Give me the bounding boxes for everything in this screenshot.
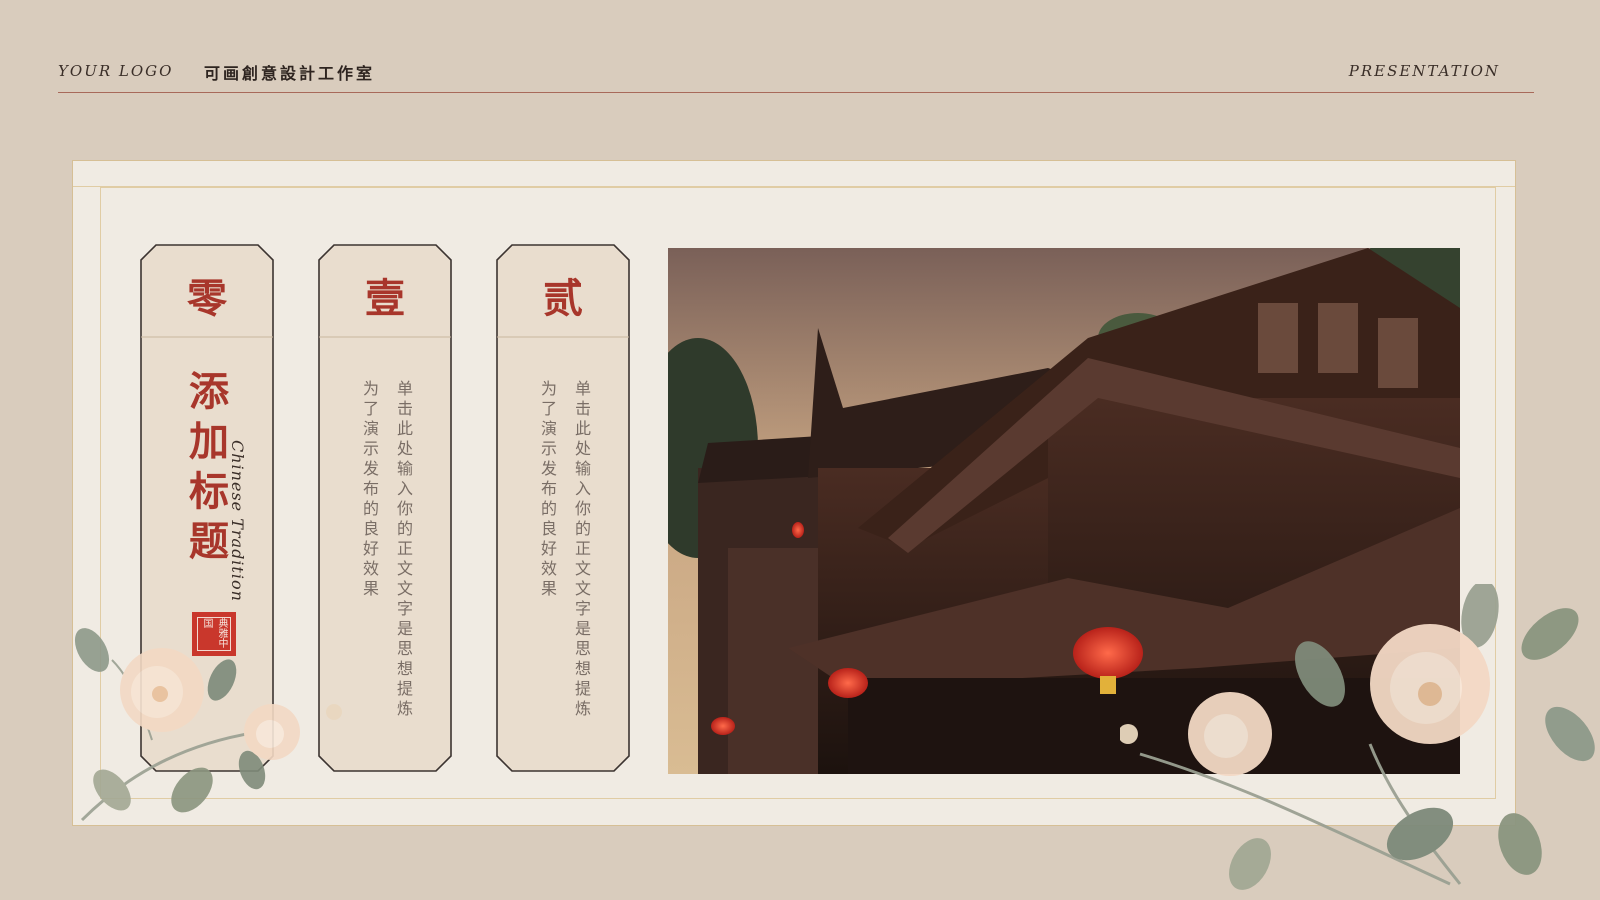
text-card-1: 壹 单击此处输入你的正文文字是思想提炼为了演示发布的良好效果 — [318, 244, 452, 772]
header-divider — [58, 92, 1534, 93]
header-logo: YOUR LOGO — [58, 62, 174, 80]
card-numeral: 壹 — [365, 275, 405, 322]
card-numeral: 零 — [187, 275, 227, 322]
card-subtitle: Chinese Tradition — [228, 440, 247, 602]
card-numeral: 贰 — [543, 275, 583, 322]
ancient-chinese-building-photo — [668, 248, 1460, 774]
seal-stamp-icon: 典雅中国 — [192, 612, 236, 656]
title-card: 零 添加标题 Chinese Tradition 典雅中国 — [140, 244, 274, 772]
card-body-text: 单击此处输入你的正文文字是思想提炼为了演示发布的良好效果 — [538, 380, 591, 720]
card-body-text: 单击此处输入你的正文文字是思想提炼为了演示发布的良好效果 — [360, 380, 413, 720]
header-studio-name: 可画創意設計工作室 — [204, 64, 376, 83]
header-presentation-label: PRESENTATION — [1348, 62, 1500, 80]
text-card-2: 贰 单击此处输入你的正文文字是思想提炼为了演示发布的良好效果 — [496, 244, 630, 772]
card-title: 添加标题 — [182, 370, 229, 570]
